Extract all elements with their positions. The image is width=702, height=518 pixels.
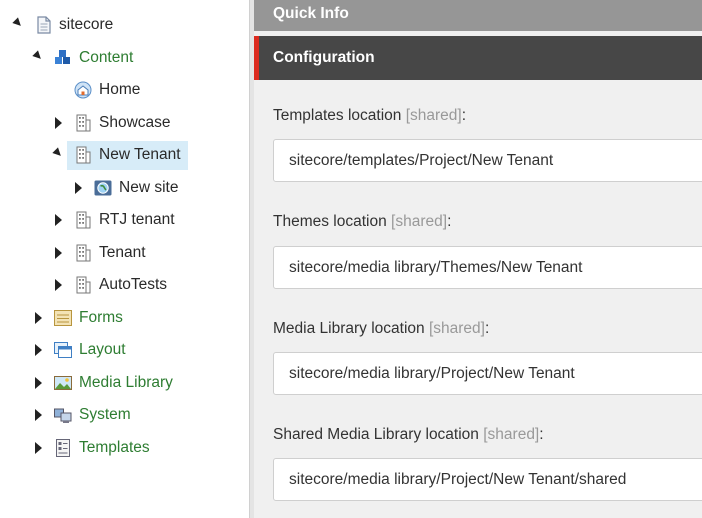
collapse-arrow-icon[interactable] <box>35 409 42 421</box>
shared-tag: [shared] <box>483 426 540 443</box>
tree-item-showcase[interactable]: Showcase <box>99 113 171 133</box>
templates-location-label: Templates location [shared]: <box>273 107 466 125</box>
section-accent-bar <box>254 36 259 80</box>
themes-location-input[interactable] <box>273 246 702 289</box>
expand-arrow-icon[interactable] <box>12 17 24 29</box>
field-colon: : <box>447 213 452 230</box>
editor-panel: Quick Info Configuration Templates locat… <box>254 0 702 518</box>
tree-item-sitecore[interactable]: sitecore <box>59 15 113 35</box>
tree-item-system[interactable]: System <box>79 405 131 425</box>
tree-item-rtj-tenant[interactable]: RTJ tenant <box>99 210 175 230</box>
layout-icon <box>54 342 72 358</box>
collapse-arrow-icon[interactable] <box>55 117 62 129</box>
building-icon <box>76 211 91 229</box>
configuration-section-header[interactable]: Configuration <box>254 36 702 80</box>
tree-item-forms[interactable]: Forms <box>79 308 123 328</box>
expand-arrow-icon[interactable] <box>32 50 44 62</box>
field-colon: : <box>461 107 467 124</box>
tree-item-new-site[interactable]: New site <box>119 178 178 198</box>
system-computer-icon <box>54 408 72 423</box>
themes-location-label: Themes location [shared]: <box>273 213 451 231</box>
field-colon: : <box>484 320 490 337</box>
tree-item-content[interactable]: Content <box>79 48 133 68</box>
field-colon: : <box>539 426 544 443</box>
shared-tag: [shared] <box>428 320 485 337</box>
collapse-arrow-icon[interactable] <box>55 214 62 226</box>
building-icon <box>76 114 91 132</box>
content-cubes-icon <box>55 50 70 64</box>
collapse-arrow-icon[interactable] <box>55 279 62 291</box>
configuration-title: Configuration <box>273 49 375 66</box>
shared-tag: [shared] <box>405 107 462 124</box>
media-library-location-input[interactable] <box>273 352 702 395</box>
collapse-arrow-icon[interactable] <box>55 247 62 259</box>
field-label-text: Shared Media Library location <box>273 426 479 443</box>
media-library-location-label: Media Library location [shared]: <box>273 320 489 338</box>
collapse-arrow-icon[interactable] <box>35 344 42 356</box>
globe-site-icon <box>94 180 112 196</box>
field-label-text: Themes location <box>273 213 387 230</box>
templates-icon <box>56 439 70 457</box>
media-image-icon <box>54 376 72 390</box>
shared-tag: [shared] <box>391 213 448 230</box>
collapse-arrow-icon[interactable] <box>35 442 42 454</box>
document-icon <box>37 16 51 34</box>
collapse-arrow-icon[interactable] <box>35 312 42 324</box>
quick-info-section-header[interactable]: Quick Info <box>254 0 702 31</box>
tree-item-templates[interactable]: Templates <box>79 438 150 458</box>
tree-item-media-library[interactable]: Media Library <box>79 373 173 393</box>
tree-item-home[interactable]: Home <box>99 80 140 100</box>
building-icon <box>76 244 91 262</box>
content-tree: sitecore Content Home Showcase New Tenan… <box>0 0 249 518</box>
tree-item-autotests[interactable]: AutoTests <box>99 275 167 295</box>
tree-item-tenant[interactable]: Tenant <box>99 243 146 263</box>
shared-media-library-location-input[interactable] <box>273 458 702 501</box>
tree-item-layout[interactable]: Layout <box>79 340 126 360</box>
field-label-text: Media Library location <box>273 320 425 337</box>
expand-arrow-icon[interactable] <box>52 147 64 159</box>
building-icon <box>76 146 91 164</box>
home-icon <box>74 81 92 99</box>
templates-location-input[interactable] <box>273 139 702 182</box>
collapse-arrow-icon[interactable] <box>35 377 42 389</box>
tree-item-new-tenant[interactable]: New Tenant <box>99 145 181 165</box>
forms-icon <box>54 310 72 326</box>
collapse-arrow-icon[interactable] <box>75 182 82 194</box>
shared-media-library-location-label: Shared Media Library location [shared]: <box>273 426 544 444</box>
building-icon <box>76 276 91 294</box>
field-label-text: Templates location <box>273 107 402 124</box>
